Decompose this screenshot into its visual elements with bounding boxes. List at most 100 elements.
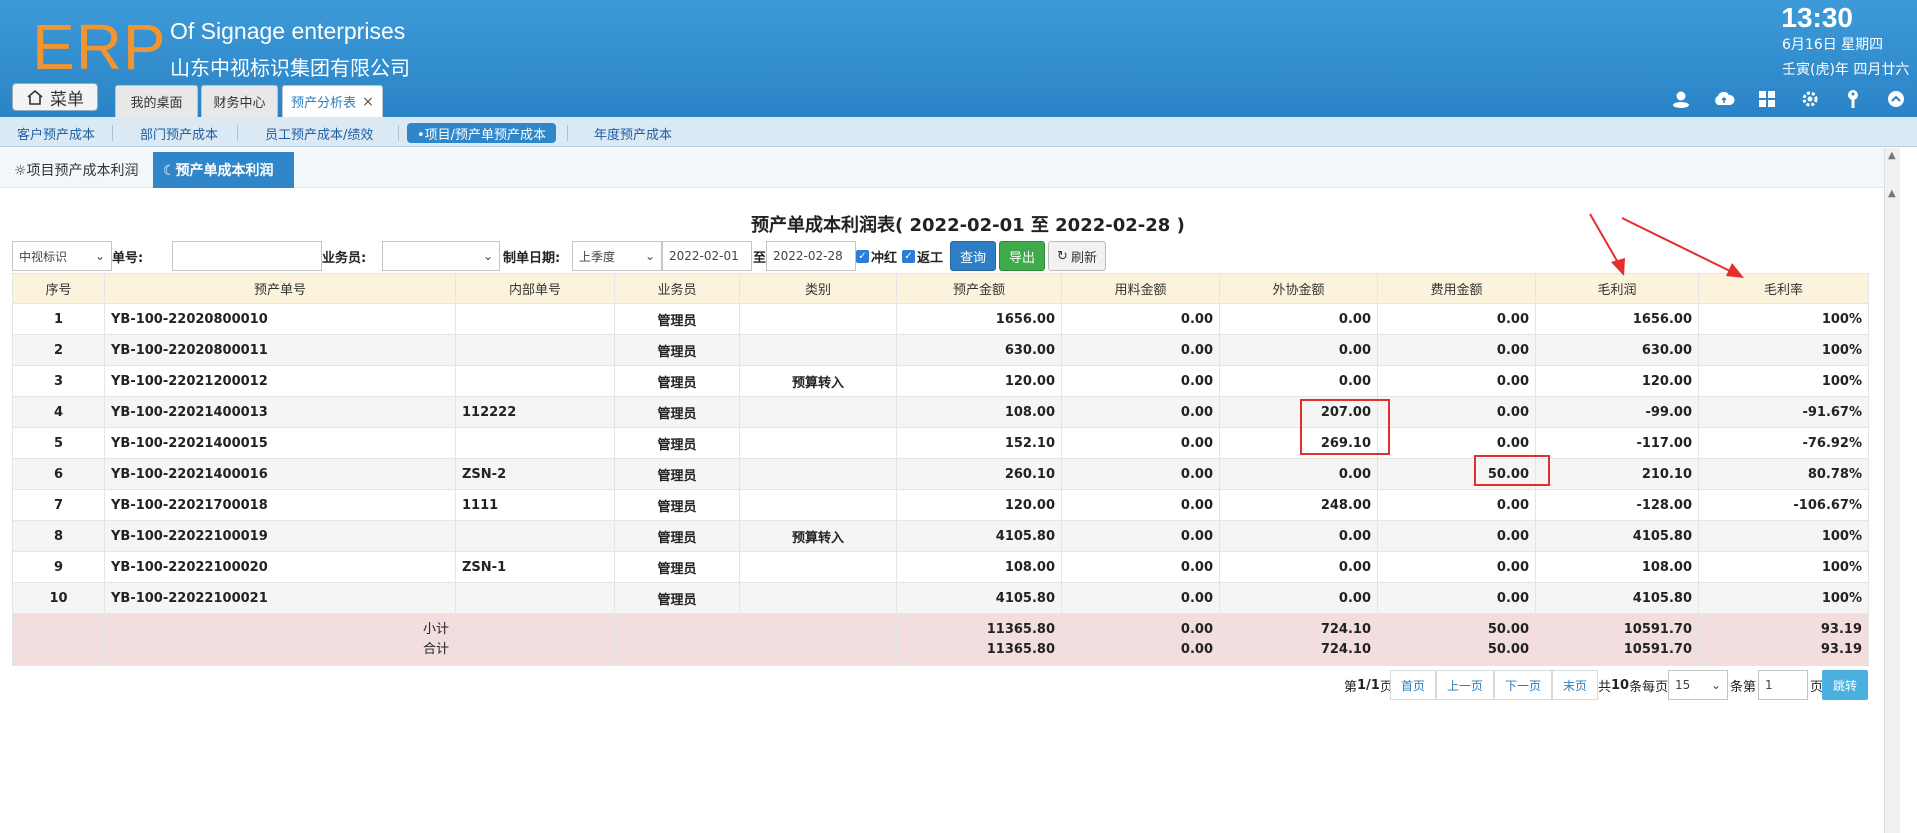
subnav-divider xyxy=(112,125,113,141)
collapse-icon[interactable] xyxy=(1885,88,1907,110)
company-select[interactable]: 中视标识 ⌄ xyxy=(12,241,112,271)
cell-order-no[interactable]: YB-100-22022100021 xyxy=(104,582,456,614)
column-header[interactable]: 内部单号 xyxy=(455,273,615,304)
profit-table: 序号 预产单号 内部单号 业务员 类别 预产金额 用料金额 外协金额 费用金额 … xyxy=(12,273,1869,666)
goto-page-button[interactable]: 跳转 xyxy=(1822,670,1868,700)
cell-gross-profit: 120.00 xyxy=(1535,365,1699,397)
cell-category xyxy=(739,551,897,583)
subnav-project-cost[interactable]: •项目/预产单预产成本 xyxy=(407,123,557,143)
table-row[interactable]: 3 YB-100-22021200012 管理员 预算转入 120.00 0.00 0.00… xyxy=(12,365,1869,397)
column-header[interactable]: 外协金额 xyxy=(1219,273,1378,304)
tab-my-desktop[interactable]: 我的桌面 xyxy=(115,85,198,117)
red-offset-checkbox[interactable]: ✓ 冲红 xyxy=(856,241,897,271)
grid-icon[interactable] xyxy=(1756,88,1778,110)
period-select[interactable]: 上季度 ⌄ xyxy=(572,241,662,271)
checkbox-label: 返工 xyxy=(917,250,944,266)
cell-pre-amount: 260.10 xyxy=(896,458,1062,490)
export-button[interactable]: 导出 xyxy=(999,241,1045,271)
column-header[interactable]: 预产金额 xyxy=(896,273,1062,304)
subtab-order-profit[interactable]: ☾预产单成本利润 xyxy=(153,152,294,188)
cell-order-no[interactable]: YB-100-22021200012 xyxy=(104,365,456,397)
checkbox-checked-icon: ✓ xyxy=(856,249,869,263)
column-header[interactable]: 业务员 xyxy=(614,273,740,304)
cell-material-amount: 0.00 xyxy=(1061,334,1220,366)
first-page-button[interactable]: 首页 xyxy=(1390,670,1436,700)
table-row[interactable]: 5 YB-100-22021400015 管理员 152.10 0.00 269.10 0.… xyxy=(12,427,1869,459)
subtotal-value: 0.00 xyxy=(1180,621,1213,637)
next-page-button[interactable]: 下一页 xyxy=(1494,670,1552,700)
prev-page-button[interactable]: 上一页 xyxy=(1436,670,1494,700)
subnav-annual-cost[interactable]: 年度预产成本 xyxy=(594,123,672,143)
summary-value: 724.10 724.10 xyxy=(1219,613,1378,666)
date-from-input[interactable]: 2022-02-01 xyxy=(662,241,752,271)
cell-gross-profit: -99.00 xyxy=(1535,396,1699,428)
tab-finance-center[interactable]: 财务中心 xyxy=(201,85,278,117)
table-row[interactable]: 1 YB-100-22020800010 管理员 1656.00 0.00 0.00 0.0… xyxy=(12,303,1869,335)
column-header[interactable]: 类别 xyxy=(739,273,897,304)
subnav-employee-cost[interactable]: 员工预产成本/绩效 xyxy=(265,123,373,143)
tab-pre-production-analysis[interactable]: 预产分析表 × xyxy=(282,85,383,117)
order-no-input[interactable] xyxy=(172,241,322,271)
table-row[interactable]: 10 YB-100-22022100021 管理员 4105.80 0.00 0.00 0.… xyxy=(12,582,1869,614)
tab-label: 我的桌面 xyxy=(130,96,183,111)
cell-gross-profit: -117.00 xyxy=(1535,427,1699,459)
query-button[interactable]: 查询 xyxy=(950,241,996,271)
rework-checkbox[interactable]: ✓ 返工 xyxy=(902,241,943,271)
report-subtabs: ☼项目预产成本利润 ☾预产单成本利润 xyxy=(0,148,1884,188)
table-row[interactable]: 6 YB-100-22021400016 ZSN-2 管理员 260.10 0.00 0.0… xyxy=(12,458,1869,490)
summary-empty xyxy=(455,613,615,666)
user-icon[interactable] xyxy=(1670,88,1692,110)
cell-order-no[interactable]: YB-100-22022100020 xyxy=(104,551,456,583)
key-icon[interactable] xyxy=(1842,88,1864,110)
table-row[interactable]: 7 YB-100-22021700018 1111 管理员 120.00 0.00 248.… xyxy=(12,489,1869,521)
cloud-icon[interactable] xyxy=(1713,88,1735,110)
subnav-department-cost[interactable]: 部门预产成本 xyxy=(140,123,218,143)
total-value: 724.10 xyxy=(1320,641,1371,657)
subtab-project-profit[interactable]: ☼项目预产成本利润 xyxy=(4,152,149,188)
column-header[interactable]: 预产单号 xyxy=(104,273,456,304)
page-info: 第 1/1 页 xyxy=(1344,670,1393,700)
chevron-down-icon: ⌄ xyxy=(94,249,105,263)
cell-outsource-amount: 0.00 xyxy=(1219,551,1378,583)
table-row[interactable]: 2 YB-100-22020800011 管理员 630.00 0.00 0.00 0.00… xyxy=(12,334,1869,366)
scroll-up-icon[interactable]: ▲ xyxy=(1888,150,1896,161)
date-to-input[interactable]: 2022-02-28 xyxy=(766,241,856,271)
cell-pre-amount: 630.00 xyxy=(896,334,1062,366)
refresh-button[interactable]: ↻ 刷新 xyxy=(1048,241,1106,271)
subnav-customer-cost[interactable]: 客户预产成本 xyxy=(17,123,95,143)
cell-category xyxy=(739,396,897,428)
cell-expense-amount: 0.00 xyxy=(1377,427,1536,459)
summary-empty xyxy=(739,613,897,666)
cell-order-no[interactable]: YB-100-22020800011 xyxy=(104,334,456,366)
table-row[interactable]: 9 YB-100-22022100020 ZSN-1 管理员 108.00 0.00 0.0… xyxy=(12,551,1869,583)
cell-order-no[interactable]: YB-100-22021400013 xyxy=(104,396,456,428)
salesman-label: 业务员: xyxy=(322,250,367,266)
column-header[interactable]: 费用金额 xyxy=(1377,273,1536,304)
cell-gross-margin: -106.67% xyxy=(1698,489,1869,521)
cell-order-no[interactable]: YB-100-22021400015 xyxy=(104,427,456,459)
cell-outsource-amount: 0.00 xyxy=(1219,334,1378,366)
cell-order-no[interactable]: YB-100-22021400016 xyxy=(104,458,456,490)
cell-expense-amount: 0.00 xyxy=(1377,396,1536,428)
subtotal-value: 11365.80 xyxy=(986,621,1055,637)
salesman-select[interactable]: ⌄ xyxy=(382,241,500,271)
total-value: 93.19 xyxy=(1820,641,1862,657)
cell-material-amount: 0.00 xyxy=(1061,551,1220,583)
close-icon[interactable]: × xyxy=(362,94,374,110)
gear-icon[interactable] xyxy=(1799,88,1821,110)
page-size-select[interactable]: 15 ⌄ xyxy=(1668,670,1728,700)
cell-order-no[interactable]: YB-100-22020800010 xyxy=(104,303,456,335)
lunar-date: 壬寅(虎)年 四月廿六 xyxy=(1782,62,1910,78)
column-header[interactable]: 用料金额 xyxy=(1061,273,1220,304)
scroll-up-icon[interactable]: ▲ xyxy=(1888,188,1896,199)
menu-button[interactable]: 菜单 xyxy=(12,83,98,111)
last-page-button[interactable]: 末页 xyxy=(1552,670,1598,700)
table-row[interactable]: 4 YB-100-22021400013 112222 管理员 108.00 0.00 20… xyxy=(12,396,1869,428)
column-header[interactable]: 序号 xyxy=(12,273,105,304)
table-row[interactable]: 8 YB-100-22022100019 管理员 预算转入 4105.80 0.00 0.0… xyxy=(12,520,1869,552)
cell-salesman: 管理员 xyxy=(614,396,740,428)
cell-order-no[interactable]: YB-100-22022100019 xyxy=(104,520,456,552)
vertical-scrollbar[interactable]: ▲ ▲ xyxy=(1884,148,1900,833)
cell-order-no[interactable]: YB-100-22021700018 xyxy=(104,489,456,521)
goto-page-input[interactable]: 1 xyxy=(1758,670,1808,700)
